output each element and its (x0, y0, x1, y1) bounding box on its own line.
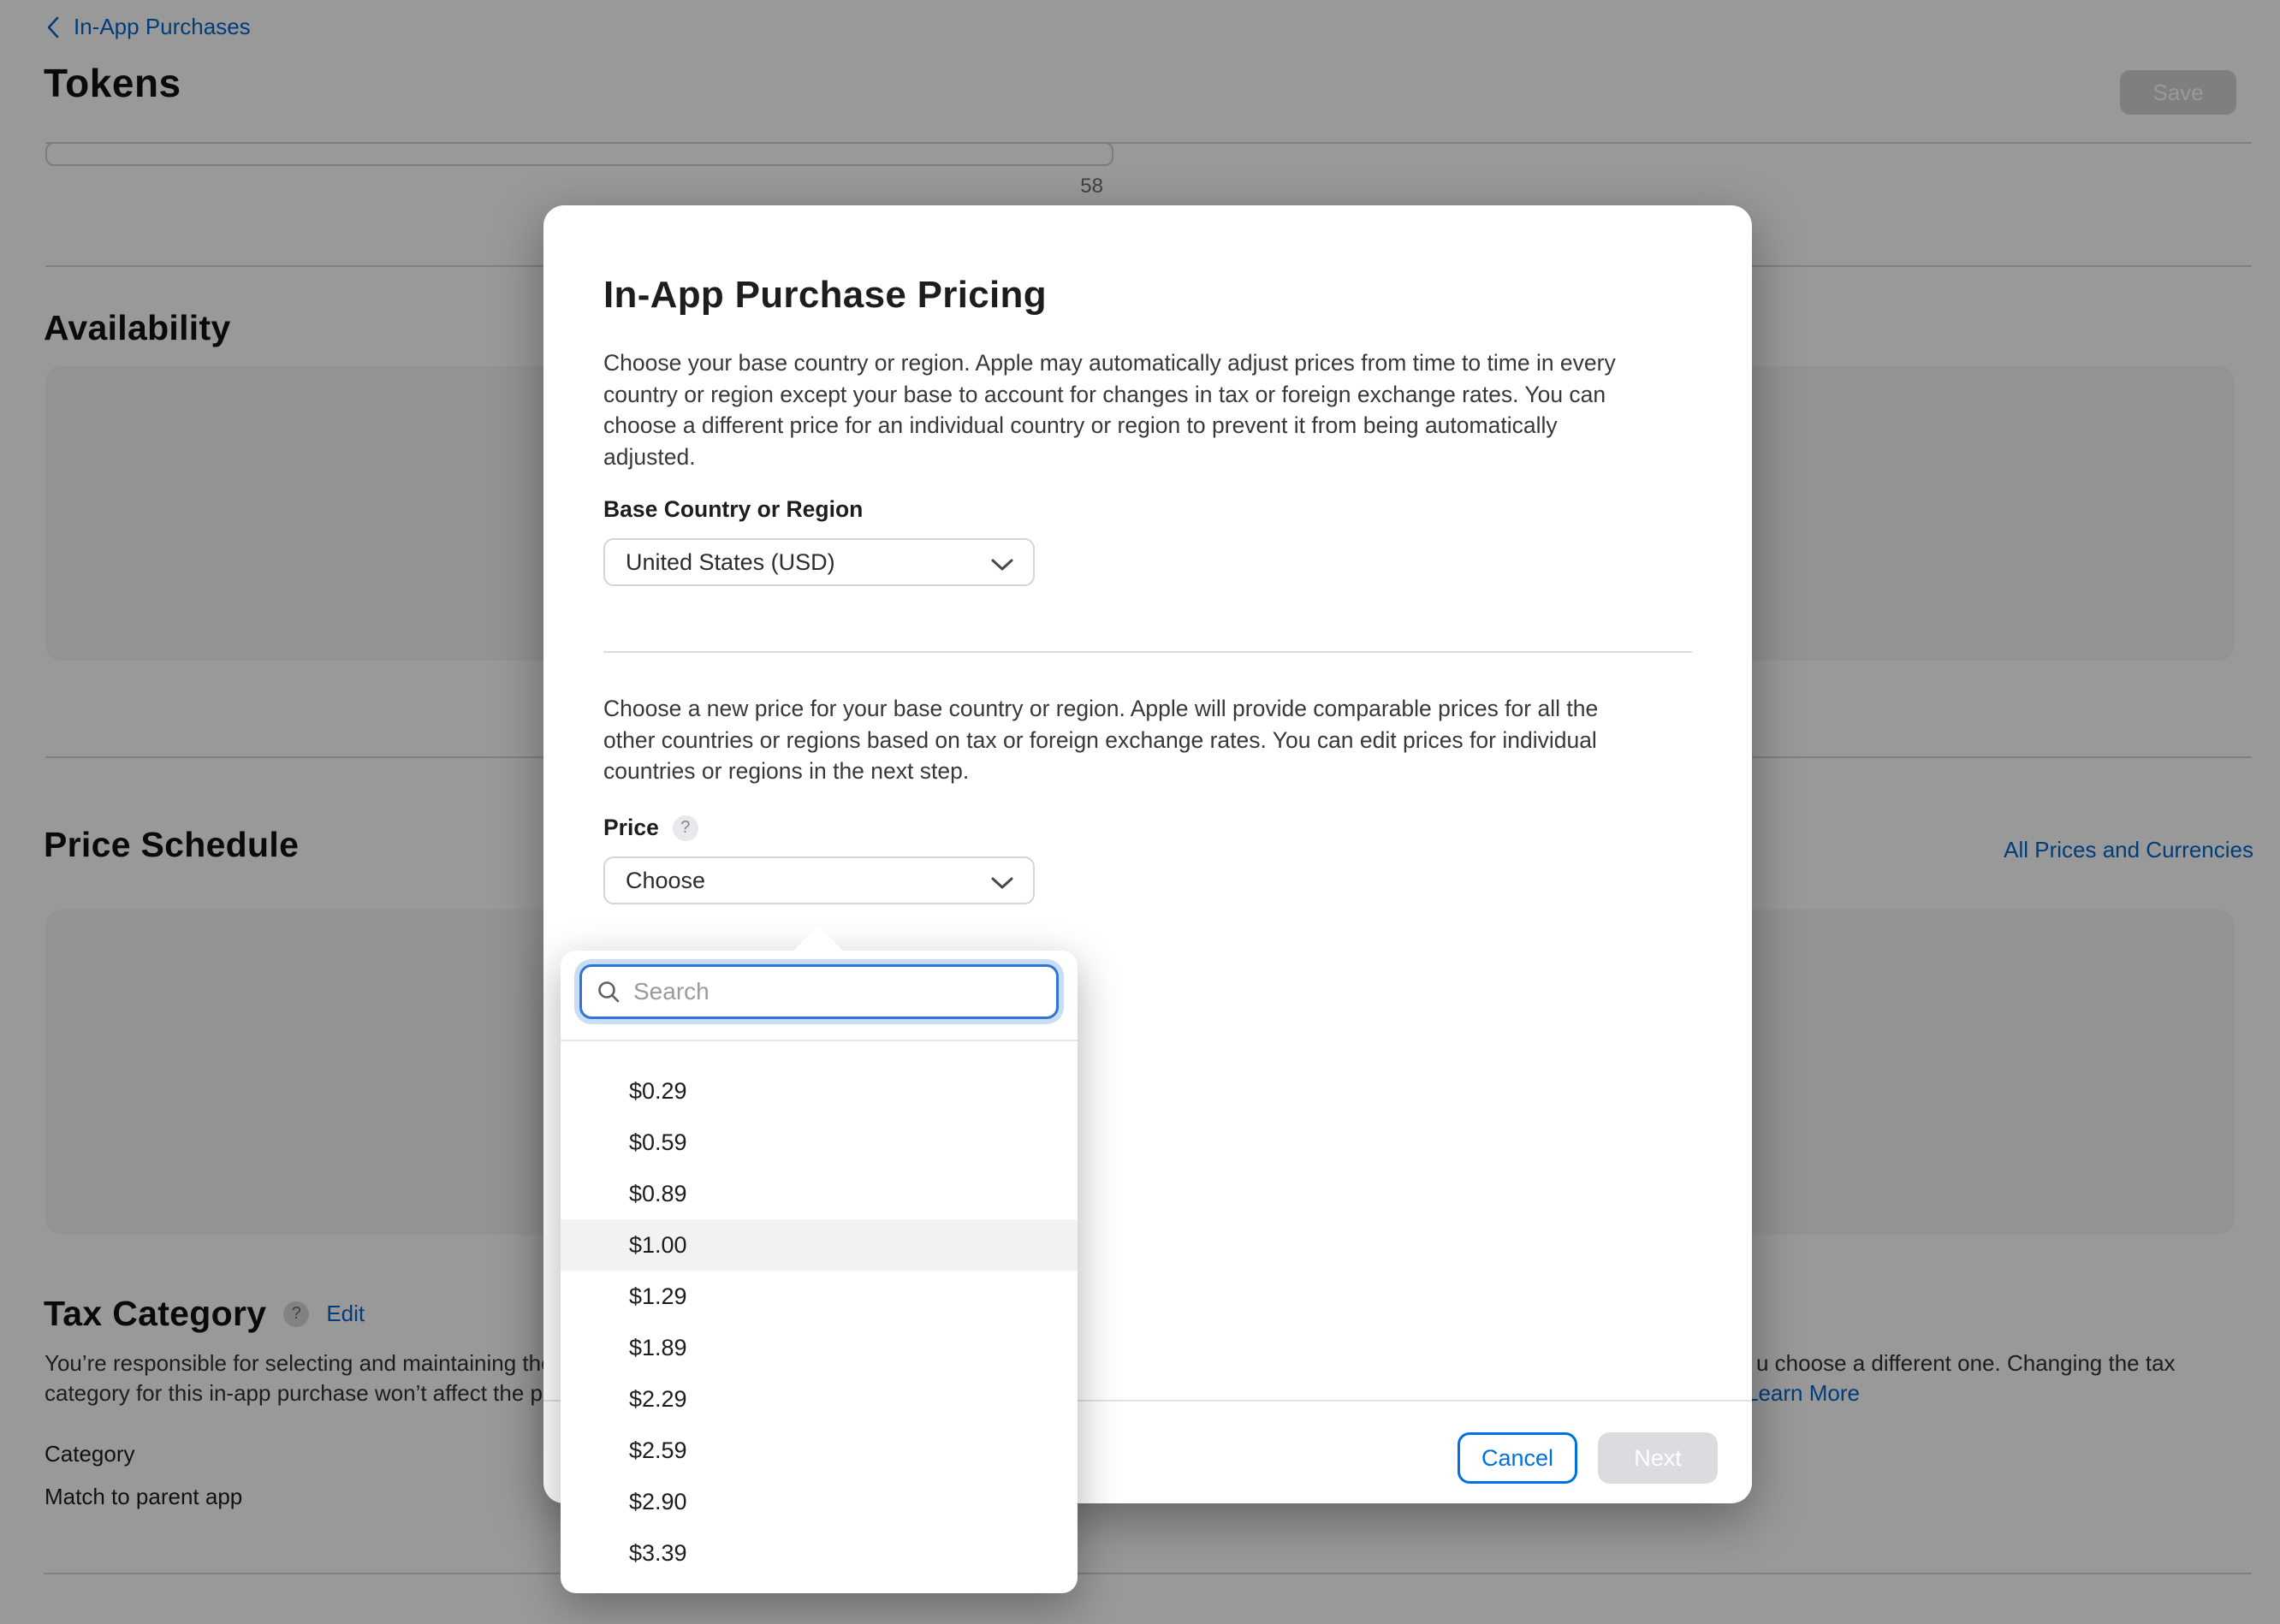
search-input[interactable]: Search (579, 964, 1059, 1019)
next-button[interactable]: Next (1598, 1432, 1718, 1484)
cancel-button[interactable]: Cancel (1458, 1432, 1577, 1484)
base-country-select-value: United States (USD) (626, 540, 835, 584)
price-description: Choose a new price for your base country… (603, 693, 1699, 787)
price-option[interactable]: $0.59 (561, 1117, 1078, 1168)
popup-caret (792, 926, 845, 952)
price-option[interactable]: $3.39 (561, 1527, 1078, 1579)
price-option[interactable]: $0.89 (561, 1168, 1078, 1219)
price-option-list: $0.29$0.59$0.89$1.00$1.29$1.89$2.29$2.59… (561, 1041, 1078, 1593)
price-dropdown-popup: Search $0.29$0.59$0.89$1.00$1.29$1.89$2.… (561, 951, 1078, 1593)
price-option[interactable]: $2.59 (561, 1425, 1078, 1476)
price-option[interactable]: $0.29 (561, 1065, 1078, 1117)
price-option[interactable]: $1.00 (561, 1219, 1078, 1271)
base-country-description: Choose your base country or region. Appl… (603, 347, 1699, 472)
search-placeholder: Search (633, 978, 710, 1005)
price-option[interactable]: $1.29 (561, 1271, 1078, 1322)
price-label: Price (603, 815, 659, 841)
price-label-row: Price ? (603, 815, 698, 841)
price-option[interactable]: $2.29 (561, 1373, 1078, 1425)
base-country-select[interactable]: United States (USD) (603, 538, 1035, 586)
price-option[interactable]: $2.90 (561, 1476, 1078, 1527)
modal-section-divider (603, 651, 1692, 653)
price-help-icon[interactable]: ? (673, 815, 698, 841)
base-country-label: Base Country or Region (603, 496, 863, 523)
price-select[interactable]: Choose (603, 856, 1035, 904)
price-option[interactable]: $1.89 (561, 1322, 1078, 1373)
search-icon (596, 979, 621, 1005)
modal-title: In-App Purchase Pricing (603, 274, 1047, 317)
chevron-down-icon (990, 558, 1014, 576)
chevron-down-icon (990, 876, 1014, 894)
price-select-value: Choose (626, 858, 705, 903)
